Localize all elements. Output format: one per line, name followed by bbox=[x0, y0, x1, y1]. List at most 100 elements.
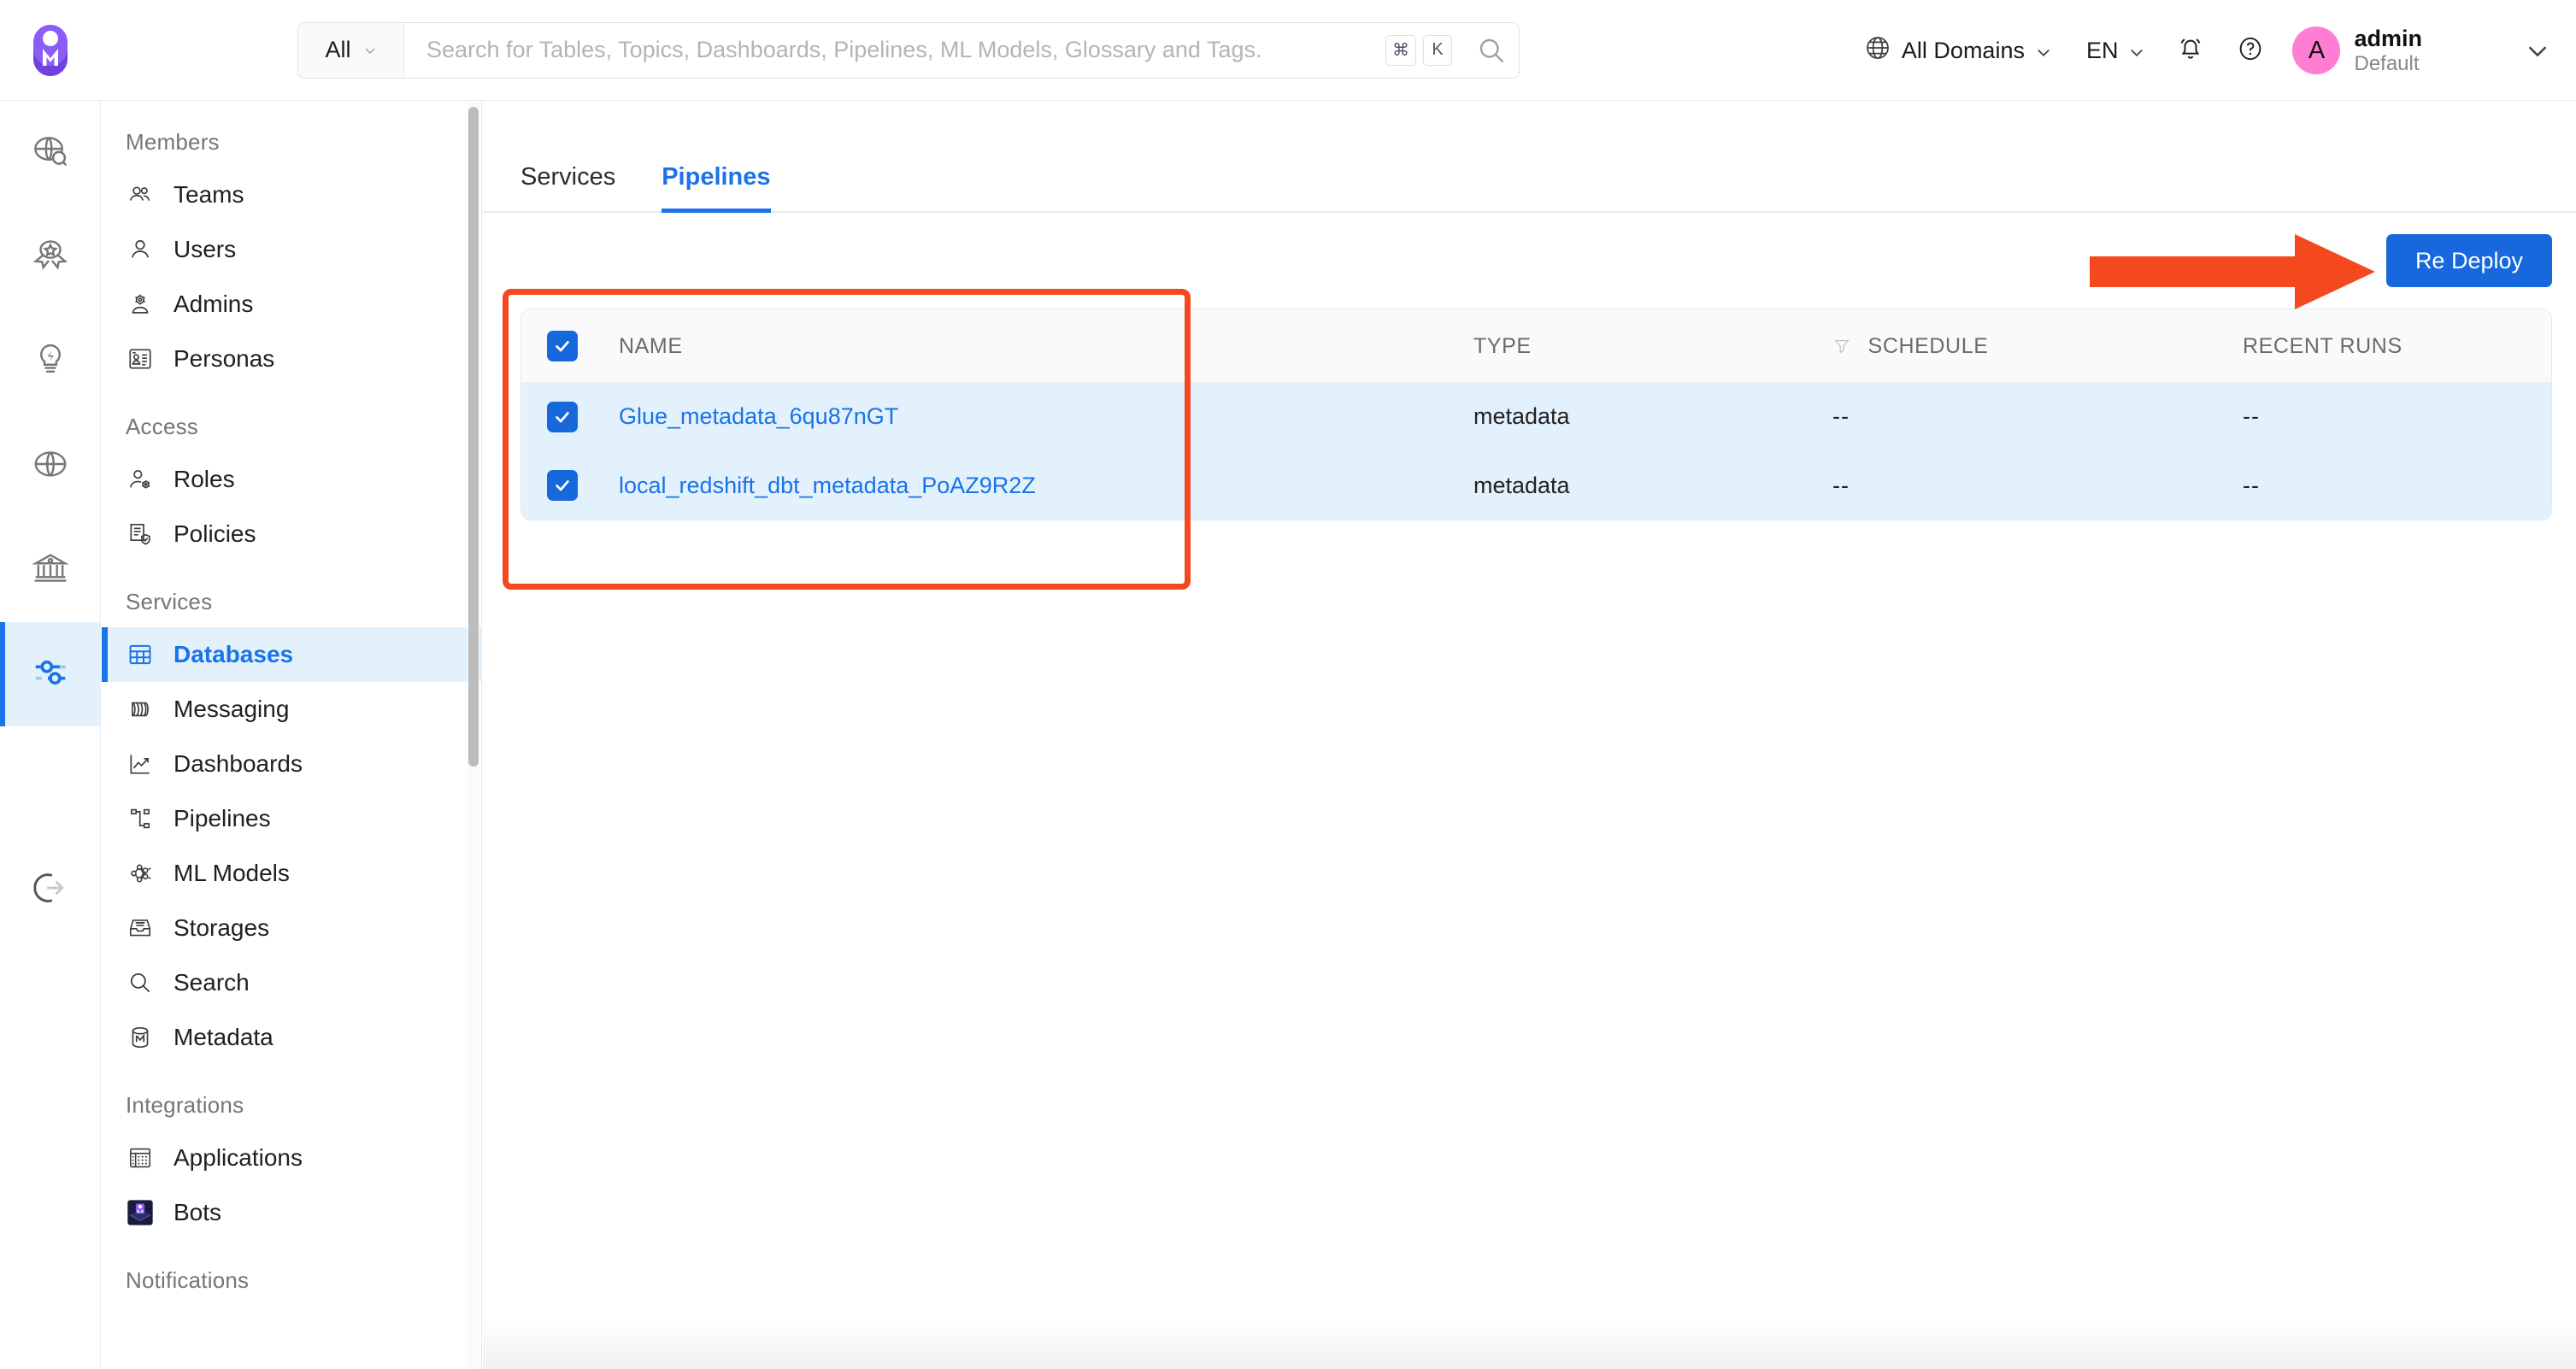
kbd-command: ⌘ bbox=[1385, 34, 1416, 66]
sidebar-item-admins[interactable]: Admins bbox=[102, 277, 481, 332]
settings-icon bbox=[31, 653, 70, 696]
user-name: admin bbox=[2354, 25, 2422, 51]
tab-label: Services bbox=[520, 163, 616, 191]
pipelines-table: NAME TYPE SCHEDULE RECENT RUNS Glue_meta… bbox=[520, 308, 2552, 520]
search-input[interactable] bbox=[404, 22, 1385, 78]
rail-item-domains[interactable] bbox=[0, 414, 101, 518]
sidebar-item-pipelines[interactable]: Pipelines bbox=[102, 791, 481, 846]
sidebar-item-label: Databases bbox=[173, 641, 294, 667]
column-header-recent-runs[interactable]: RECENT RUNS bbox=[2227, 309, 2551, 383]
cell-name: local_redshift_dbt_metadata_PoAZ9R2Z bbox=[603, 451, 1458, 520]
sidebar-item-metadata[interactable]: Metadata bbox=[102, 1010, 481, 1065]
select-all-checkbox[interactable] bbox=[547, 330, 578, 361]
bots-icon bbox=[126, 1198, 155, 1227]
sidebar-item-label: Storages bbox=[173, 914, 270, 941]
sidebar-item-ml-models[interactable]: ML Models bbox=[102, 846, 481, 901]
user-menu-toggle[interactable] bbox=[2525, 38, 2550, 63]
insights-icon bbox=[31, 340, 70, 384]
pipeline-name-link[interactable]: local_redshift_dbt_metadata_PoAZ9R2Z bbox=[619, 473, 1036, 498]
sidebar-item-label: Metadata bbox=[173, 1024, 273, 1050]
sidebar-group-members: Members bbox=[126, 129, 220, 155]
user-menu[interactable]: admin Default bbox=[2354, 26, 2422, 76]
avatar[interactable]: A bbox=[2292, 26, 2341, 74]
sidebar-item-bots[interactable]: Bots bbox=[102, 1185, 481, 1240]
teams-icon bbox=[126, 180, 155, 209]
sidebar-item-policies[interactable]: Policies bbox=[102, 507, 481, 561]
main-content: Services Pipelines Re Deploy NAME TYPE S… bbox=[483, 102, 2576, 1369]
user-icon bbox=[126, 235, 155, 264]
sidebar-item-teams[interactable]: Teams bbox=[102, 167, 481, 222]
messaging-icon bbox=[126, 695, 155, 724]
column-label: NAME bbox=[619, 333, 683, 358]
database-icon bbox=[126, 640, 155, 669]
globe-icon bbox=[1864, 34, 1891, 68]
action-row: Re Deploy bbox=[483, 213, 2576, 308]
column-label: RECENT RUNS bbox=[2243, 333, 2403, 358]
sidebar-item-applications[interactable]: Applications bbox=[102, 1131, 481, 1185]
sidebar-item-label: Pipelines bbox=[173, 805, 271, 831]
search-scope-dropdown[interactable]: All bbox=[298, 22, 404, 78]
sidebar-item-users[interactable]: Users bbox=[102, 222, 481, 277]
sidebar-item-storages[interactable]: Storages bbox=[102, 901, 481, 955]
sidebar-item-label: Dashboards bbox=[173, 750, 303, 777]
pipelines-table-wrapper: NAME TYPE SCHEDULE RECENT RUNS Glue_meta… bbox=[483, 308, 2576, 520]
sidebar-item-dashboards[interactable]: Dashboards bbox=[102, 737, 481, 791]
row-checkbox[interactable] bbox=[547, 401, 578, 432]
rail-item-govern[interactable] bbox=[0, 518, 101, 622]
sidebar-item-roles[interactable]: Roles bbox=[102, 452, 481, 507]
app-logo[interactable] bbox=[0, 0, 101, 101]
sidebar-item-label: Search bbox=[173, 969, 250, 996]
storage-icon bbox=[126, 914, 155, 943]
sidebar-item-label: Teams bbox=[173, 181, 244, 208]
domain-selector[interactable]: All Domains bbox=[1845, 25, 2067, 76]
pipeline-name-link[interactable]: Glue_metadata_6qu87nGT bbox=[619, 403, 898, 429]
tab-pipelines[interactable]: Pipelines bbox=[662, 163, 771, 213]
content-tabs: Services Pipelines bbox=[483, 102, 2576, 213]
search-icon[interactable] bbox=[1464, 23, 1519, 78]
rail-item-data-quality[interactable] bbox=[0, 205, 101, 309]
sidebar-item-search[interactable]: Search bbox=[102, 955, 481, 1010]
sidebar-scrollbar-thumb[interactable] bbox=[468, 107, 479, 767]
sidebar-item-label: Bots bbox=[173, 1199, 222, 1225]
chevron-down-icon bbox=[2128, 44, 2144, 57]
sidebar-item-label: Applications bbox=[173, 1144, 303, 1171]
openmetadata-logo-icon bbox=[33, 24, 68, 76]
language-selector-label: EN bbox=[2085, 37, 2119, 63]
column-header-schedule[interactable]: SCHEDULE bbox=[1817, 309, 2227, 383]
table-row[interactable]: local_redshift_dbt_metadata_PoAZ9R2Z met… bbox=[521, 451, 2551, 520]
global-search-bar[interactable]: All ⌘ K bbox=[297, 21, 1520, 79]
sidebar-item-databases[interactable]: Databases bbox=[102, 627, 481, 682]
rail-item-settings[interactable] bbox=[0, 622, 101, 726]
column-header-type[interactable]: TYPE bbox=[1458, 309, 1817, 383]
chevron-down-icon bbox=[2528, 46, 2547, 57]
settings-sidebar: Members Teams Users Admins Personas Acce… bbox=[102, 102, 482, 1369]
search-icon bbox=[126, 968, 155, 997]
sidebar-item-messaging[interactable]: Messaging bbox=[102, 682, 481, 737]
filter-icon[interactable] bbox=[1832, 337, 1851, 355]
row-checkbox[interactable] bbox=[547, 470, 578, 501]
domain-selector-label: All Domains bbox=[1901, 37, 2025, 63]
table-row[interactable]: Glue_metadata_6qu87nGT metadata -- -- bbox=[521, 383, 2551, 451]
language-selector[interactable]: EN bbox=[2067, 25, 2161, 76]
sidebar-item-personas[interactable]: Personas bbox=[102, 332, 481, 386]
rail-item-explore[interactable] bbox=[0, 101, 101, 205]
re-deploy-button[interactable]: Re Deploy bbox=[2385, 234, 2552, 287]
pipeline-icon bbox=[126, 804, 155, 833]
table-body: Glue_metadata_6qu87nGT metadata -- -- lo… bbox=[521, 383, 2551, 520]
cell-recent-runs: -- bbox=[2227, 451, 2551, 520]
help-button[interactable] bbox=[2220, 25, 2280, 76]
column-header-name[interactable]: NAME bbox=[603, 309, 1458, 383]
cell-type: metadata bbox=[1458, 383, 1817, 451]
dashboard-icon bbox=[126, 749, 155, 779]
row-select-cell bbox=[521, 383, 603, 451]
search-shortcut-hint: ⌘ K bbox=[1385, 34, 1452, 66]
cell-type: metadata bbox=[1458, 451, 1817, 520]
rail-item-logout[interactable] bbox=[0, 837, 101, 942]
applications-icon bbox=[126, 1143, 155, 1172]
sidebar-group-integrations: Integrations bbox=[126, 1092, 244, 1118]
cell-name: Glue_metadata_6qu87nGT bbox=[603, 383, 1458, 451]
chevron-down-icon bbox=[363, 44, 377, 57]
notifications-button[interactable] bbox=[2161, 25, 2220, 76]
tab-services[interactable]: Services bbox=[520, 163, 615, 213]
rail-item-insights[interactable] bbox=[0, 309, 101, 414]
